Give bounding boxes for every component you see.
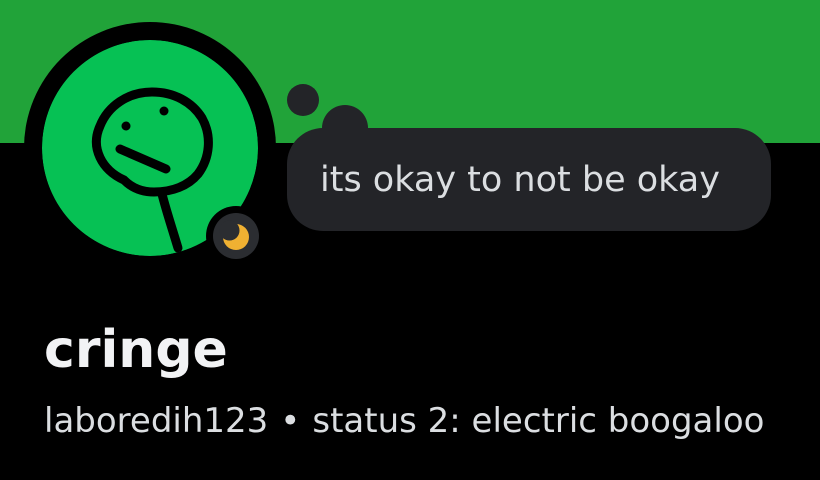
separator-dot: • bbox=[280, 401, 301, 441]
username-line: laboredih123 • status 2: electric boogaloo bbox=[44, 396, 764, 446]
custom-status-bubble[interactable]: its okay to not be okay bbox=[287, 128, 771, 231]
left-eye bbox=[121, 121, 131, 131]
username[interactable]: laboredih123 bbox=[44, 401, 268, 441]
user-profile: its okay to not be okay cringe laboredih… bbox=[0, 0, 820, 480]
moon-icon bbox=[219, 220, 249, 250]
thought-bubble-dot-small bbox=[287, 84, 319, 116]
pronouns-status: status 2: electric boogaloo bbox=[312, 401, 765, 441]
display-name: cringe bbox=[44, 320, 228, 380]
status-indicator bbox=[213, 213, 259, 259]
custom-status-text: its okay to not be okay bbox=[320, 159, 720, 200]
right-eye bbox=[159, 106, 169, 116]
